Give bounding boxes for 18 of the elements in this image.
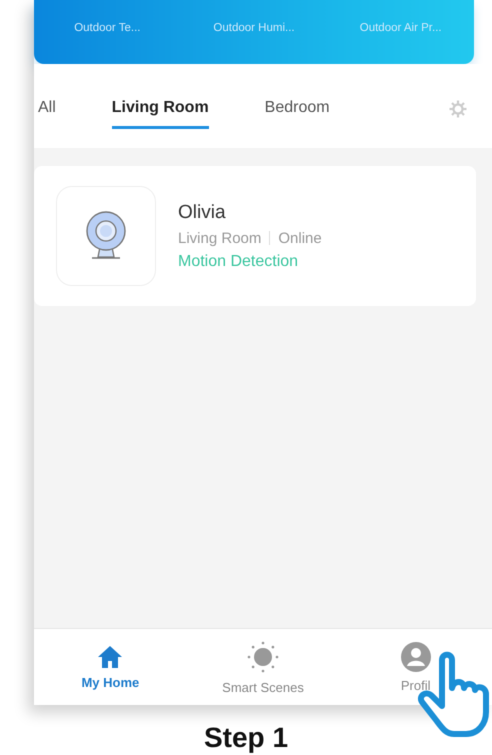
profile-icon (400, 642, 431, 672)
sun-icon (246, 640, 280, 674)
step-caption: Step 1 (204, 722, 288, 754)
stat-label: Outdoor Te... (73, 22, 142, 34)
room-tab[interactable]: All (38, 89, 56, 129)
nav-item[interactable]: My Home (34, 629, 187, 705)
home-icon (97, 644, 124, 668)
device-mode: Motion Detection (178, 252, 300, 270)
device-card[interactable]: Olivia Living Room Online Motion Detection (34, 166, 476, 306)
nav-item[interactable]: Smart Scenes (186, 629, 340, 705)
room-tab[interactable]: Living Room (112, 89, 209, 129)
settings-icon[interactable] (448, 99, 468, 119)
room-tab[interactable]: Bedroom (264, 89, 330, 129)
device-status: Online (278, 230, 322, 246)
stat-label: Outdoor Humi... (212, 22, 296, 34)
stat-label: Outdoor Air Pr... (358, 22, 443, 34)
device-room: Living Room (178, 230, 262, 246)
device-name: Olivia (178, 202, 227, 224)
